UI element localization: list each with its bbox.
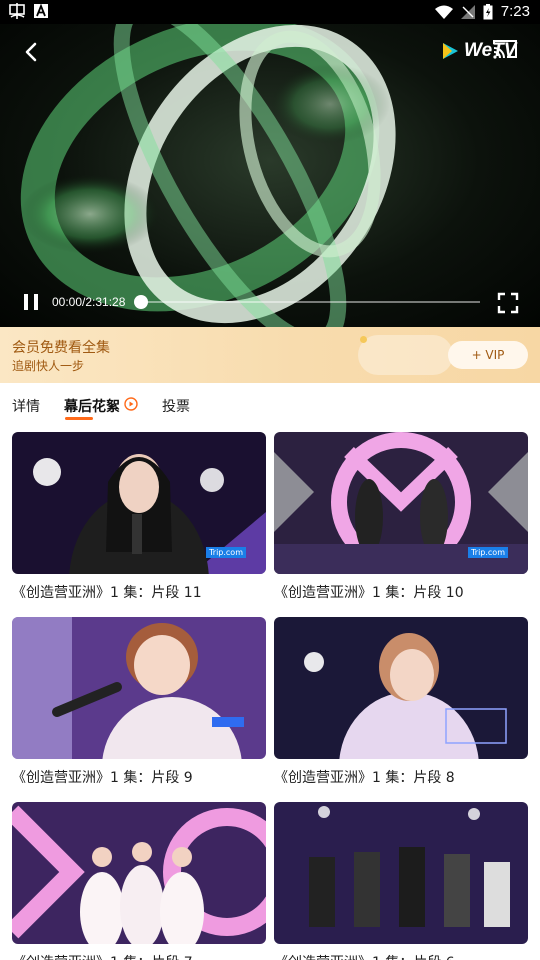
tab-behind-the-scenes[interactable]: 幕后花絮 <box>64 396 120 416</box>
vip-banner-title: 会员免费看全集 <box>12 340 110 356</box>
wetv-play-logo-icon <box>443 43 458 59</box>
vip-banner-subtitle: 追剧快人一步 <box>12 359 85 373</box>
wifi-icon <box>434 5 453 19</box>
clip-title: 《创造营亚洲》1 集：片段 11 <box>12 585 202 601</box>
app-screen: 7:23 WeTV 00:00/2:31:28 会员免费看全集 追剧快人一步 +… <box>0 0 540 960</box>
vip-banner-decoration <box>358 335 453 375</box>
clip-card[interactable]: Trip.com 《创造营亚洲》1 集：片段 10 <box>274 432 528 602</box>
active-tab-indicator <box>65 417 93 420</box>
vip-banner-dot <box>360 336 367 343</box>
clip-card[interactable]: 《创造营亚洲》1 集：片段 7 <box>12 802 266 960</box>
clip-thumbnail-image <box>274 802 528 944</box>
clip-thumbnail <box>274 617 528 759</box>
clip-thumbnail: Trip.com <box>12 432 266 574</box>
status-icons-left <box>8 3 48 19</box>
clip-thumbnail <box>274 802 528 944</box>
clip-thumbnail-image <box>12 617 266 759</box>
app-notification-icon <box>9 3 25 19</box>
clip-title: 《创造营亚洲》1 集：片段 9 <box>12 770 193 786</box>
tab-details[interactable]: 详情 <box>12 396 40 416</box>
clip-card[interactable]: Trip.com 《创造营亚洲》1 集：片段 11 <box>12 432 266 602</box>
battery-charging-icon <box>483 3 493 19</box>
clip-card[interactable]: 《创造营亚洲》1 集：片段 6 <box>274 802 528 960</box>
vip-banner[interactable]: 会员免费看全集 追剧快人一步 + VIP <box>0 327 540 383</box>
play-circle-icon <box>124 397 138 411</box>
clip-title: 《创造营亚洲》1 集：片段 8 <box>274 770 455 786</box>
status-icons-right: 7:23 <box>434 3 530 20</box>
clip-thumbnail: Trip.com <box>274 432 528 574</box>
clip-title: 《创造营亚洲》1 集：片段 6 <box>274 952 528 960</box>
clip-thumbnail-image <box>274 617 528 759</box>
video-player[interactable]: WeTV 00:00/2:31:28 <box>0 24 540 327</box>
content-tabs: 详情 幕后花絮 投票 <box>0 383 540 427</box>
sponsor-badge: Trip.com <box>206 547 246 558</box>
cast-icon[interactable] <box>492 38 518 60</box>
signal-off-icon <box>460 4 475 19</box>
fullscreen-icon[interactable] <box>497 292 519 314</box>
clip-title: 《创造营亚洲》1 集：片段 7 <box>12 952 266 960</box>
tab-vote[interactable]: 投票 <box>162 396 190 416</box>
back-arrow-icon[interactable] <box>18 38 46 66</box>
playback-time: 00:00/2:31:28 <box>52 295 126 309</box>
clip-card[interactable]: 《创造营亚洲》1 集：片段 9 <box>12 617 266 787</box>
clip-thumbnail-image <box>12 802 266 944</box>
font-notification-icon <box>34 4 48 18</box>
status-time: 7:23 <box>500 3 530 20</box>
clip-card[interactable]: 《创造营亚洲》1 集：片段 8 <box>274 617 528 787</box>
status-bar: 7:23 <box>0 0 540 24</box>
progress-scrubber[interactable] <box>134 295 148 309</box>
progress-bar[interactable] <box>140 301 480 303</box>
clip-thumbnail <box>12 802 266 944</box>
vip-button[interactable]: + VIP <box>448 341 528 369</box>
clip-thumbnail <box>12 617 266 759</box>
pause-icon[interactable] <box>20 291 42 313</box>
sponsor-badge: Trip.com <box>468 547 508 558</box>
clip-title: 《创造营亚洲》1 集：片段 10 <box>274 585 464 601</box>
video-frame <box>20 24 396 327</box>
